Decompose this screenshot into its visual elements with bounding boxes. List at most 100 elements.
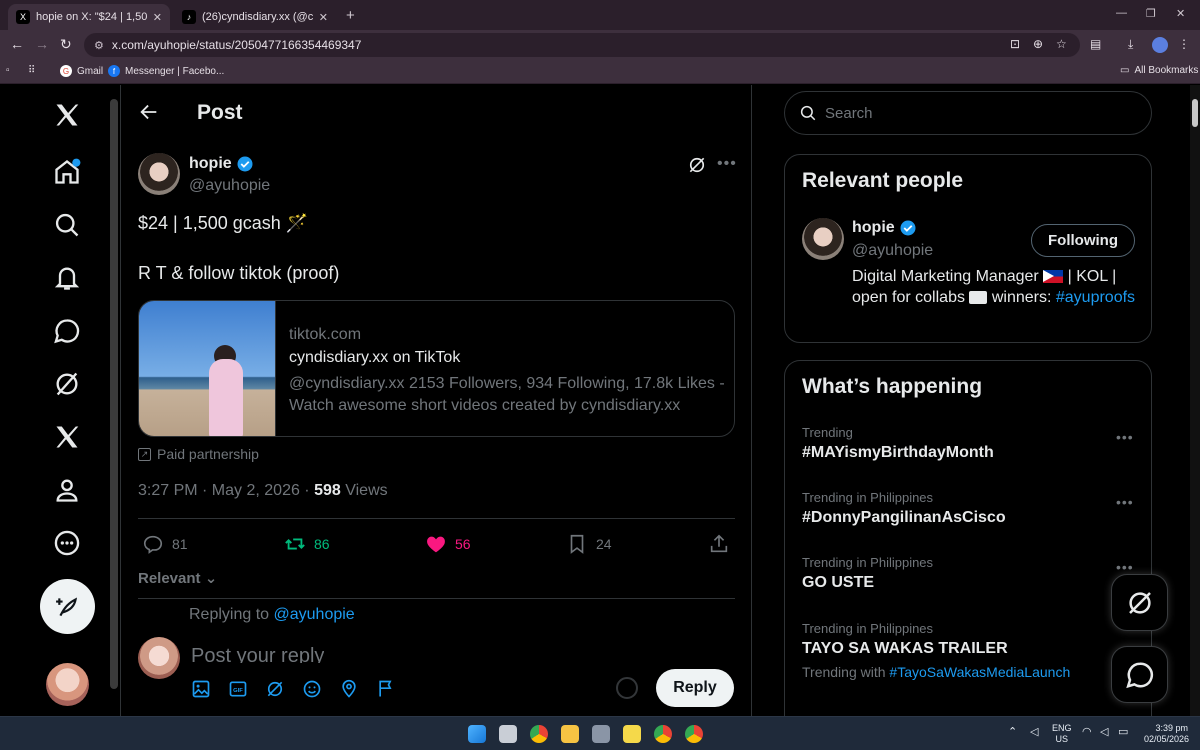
repost-action-button[interactable]: 86	[284, 533, 330, 555]
compose-post-button[interactable]	[40, 579, 95, 634]
trend-item[interactable]: Trending in Philippines #DonnyPangilinan…	[802, 490, 1132, 527]
premium-x-icon[interactable]	[48, 418, 86, 456]
install-app-icon[interactable]: ⊡	[1010, 37, 1020, 51]
download-icon[interactable]: ⤓	[1128, 37, 1133, 52]
back-arrow-icon[interactable]	[138, 101, 160, 123]
home-icon[interactable]	[48, 153, 86, 191]
battery-icon[interactable]: ▭	[1118, 727, 1128, 738]
language-indicator[interactable]: ENG US	[1052, 723, 1072, 745]
gif-icon[interactable]: GIF	[228, 679, 248, 699]
more-options-icon[interactable]: •••	[717, 155, 737, 173]
volume-icon[interactable]: ◁	[1100, 727, 1108, 738]
minimize-icon[interactable]: —	[1116, 7, 1127, 19]
grok-icon[interactable]	[48, 365, 86, 403]
messages-icon[interactable]	[48, 312, 86, 350]
close-tab-icon[interactable]: ✕	[319, 11, 328, 24]
more-icon[interactable]	[48, 524, 86, 562]
menu-icon[interactable]: ⋮	[1178, 37, 1190, 51]
calculator-icon[interactable]	[592, 725, 610, 743]
media-icon[interactable]	[191, 679, 211, 699]
address-bar[interactable]: ⚙ x.com/ayuhopie/status/2050477166354469…	[84, 33, 1080, 57]
search-placeholder: Search	[825, 104, 873, 122]
file-explorer-icon[interactable]	[561, 725, 579, 743]
zoom-icon[interactable]: ⊕	[1033, 37, 1043, 51]
forward-icon[interactable]: →	[35, 36, 49, 52]
left-scrollbar[interactable]	[110, 99, 118, 689]
messages-floating-button[interactable]	[1111, 646, 1168, 703]
show-hidden-icons[interactable]: ⌃	[1008, 727, 1017, 738]
search-input[interactable]: Search	[784, 91, 1152, 135]
location-icon[interactable]	[339, 679, 359, 699]
trend-item[interactable]: Trending in Philippines TAYO SA WAKAS TR…	[802, 621, 1132, 680]
replying-handle-link[interactable]: @ayuhopie	[274, 606, 355, 623]
trend-more-icon[interactable]: •••	[1116, 494, 1134, 510]
restore-icon[interactable]: ❐	[1146, 7, 1156, 20]
flag-icon[interactable]	[376, 679, 396, 699]
site-info-icon[interactable]: ⚙	[94, 39, 104, 52]
tweet-timestamp[interactable]: 3:27 PM · May 2, 2026 ·	[138, 482, 314, 499]
notifications-icon[interactable]	[48, 259, 86, 297]
like-action-button[interactable]: 56	[425, 533, 471, 555]
trend-more-icon[interactable]: •••	[1116, 559, 1134, 575]
bookmark-messenger[interactable]: f Messenger | Facebo...	[108, 65, 224, 77]
grok-icon[interactable]	[265, 679, 285, 699]
author-name[interactable]: hopie	[189, 155, 254, 173]
link-card[interactable]: tiktok.com cyndisdiary.xx on TikTok @cyn…	[138, 300, 735, 437]
grid-icon[interactable]: ⠿	[28, 65, 35, 76]
grok-floating-button[interactable]	[1111, 574, 1168, 631]
close-window-icon[interactable]: ✕	[1176, 7, 1185, 20]
reply-input[interactable]: Post your reply	[191, 645, 324, 663]
explore-icon[interactable]	[48, 206, 86, 244]
share-action-button[interactable]	[708, 533, 738, 555]
bio-hashtag-link[interactable]: #ayuproofs	[1056, 289, 1135, 306]
author-handle[interactable]: @ayuhopie	[189, 177, 270, 195]
bookmark-gmail[interactable]: G Gmail	[60, 65, 103, 77]
reply-sort-dropdown[interactable]: Relevant ⌄	[138, 569, 217, 587]
close-tab-icon[interactable]: ✕	[153, 11, 162, 24]
sticky-notes-icon[interactable]	[623, 725, 641, 743]
author-avatar[interactable]	[138, 153, 180, 195]
tab-hopie-post[interactable]: X hopie on X: "$24 | 1,500 gcash ✕	[8, 4, 170, 30]
chrome-icon[interactable]	[530, 725, 548, 743]
bookmark-label: Messenger | Facebo...	[125, 65, 225, 77]
account-avatar[interactable]	[46, 663, 89, 706]
trend-more-icon[interactable]: •••	[1116, 429, 1134, 445]
profile-avatar-icon[interactable]	[1152, 37, 1168, 53]
x-logo-icon[interactable]	[48, 96, 86, 134]
trend-item[interactable]: Trending in Philippines GO USTE	[802, 555, 1132, 592]
following-button[interactable]: Following	[1031, 224, 1135, 257]
location-tray-icon[interactable]: ◁	[1030, 727, 1038, 738]
trend-with-link[interactable]: #TayoSaWakasMediaLaunch	[889, 664, 1070, 680]
scrollbar-thumb[interactable]	[1192, 99, 1198, 127]
reading-list-icon[interactable]: ▤	[1090, 37, 1101, 51]
paid-text: Paid partnership	[157, 446, 259, 462]
bookmark-star-icon[interactable]: ☆	[1056, 37, 1067, 51]
reload-icon[interactable]: ↻	[60, 36, 72, 53]
relevant-person-name[interactable]: hopie	[852, 219, 917, 237]
reply-action-button[interactable]: 81	[142, 533, 188, 555]
all-bookmarks[interactable]: ▭ All Bookmarks	[1120, 65, 1198, 76]
grok-explain-icon[interactable]	[687, 155, 707, 175]
reply-button[interactable]: Reply	[656, 669, 734, 707]
bookmark-action-button[interactable]: 24	[566, 533, 612, 555]
chrome-profile-icon[interactable]	[654, 725, 672, 743]
clock[interactable]: 3:39 pm 02/05/2026	[1144, 723, 1189, 745]
relevant-person-handle[interactable]: @ayuhopie	[852, 242, 933, 260]
verified-badge-icon[interactable]	[236, 155, 254, 173]
like-count: 56	[455, 536, 471, 552]
back-icon[interactable]: ←	[10, 36, 24, 52]
wifi-icon[interactable]: ◠	[1082, 727, 1092, 738]
windows-start-icon[interactable]	[468, 725, 486, 743]
emoji-icon[interactable]	[302, 679, 322, 699]
task-view-icon[interactable]	[499, 725, 517, 743]
trend-item[interactable]: Trending #MAYismyBirthdayMonth	[802, 425, 1132, 462]
tab-tiktok[interactable]: ♪ (26)cyndisdiary.xx (@cyndisdia ✕	[174, 4, 336, 30]
character-count-ring	[616, 677, 638, 699]
new-tab-icon[interactable]: +	[346, 7, 355, 24]
philippines-flag-icon	[1043, 270, 1064, 283]
profile-icon[interactable]	[48, 471, 86, 509]
chrome-profile-icon[interactable]	[685, 725, 703, 743]
page-scrollbar[interactable]	[1190, 85, 1200, 716]
relevant-person-avatar[interactable]	[802, 218, 844, 260]
apps-icon[interactable]: ▫	[6, 65, 10, 76]
